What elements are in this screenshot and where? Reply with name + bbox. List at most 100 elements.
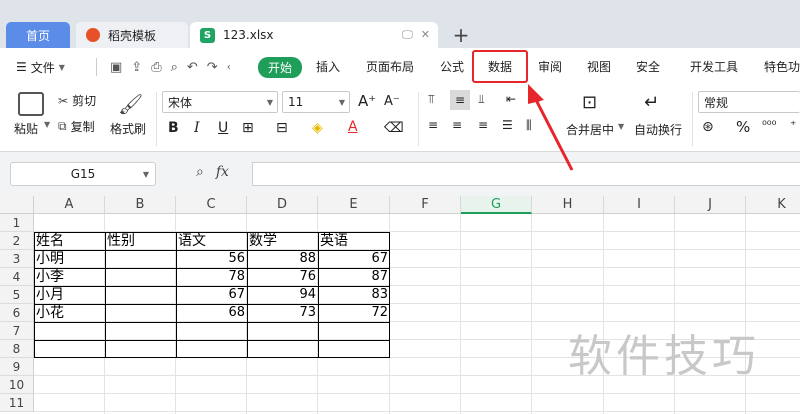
bold-button[interactable]: B <box>168 120 179 136</box>
align-left-icon[interactable]: ≡ <box>428 118 438 132</box>
align-top-icon[interactable]: ⫪ <box>428 92 435 107</box>
table-cell-english[interactable]: 87 <box>318 268 390 286</box>
tab-special[interactable]: 特色功 <box>764 58 800 75</box>
align-middle-icon[interactable]: ≡ <box>450 90 470 110</box>
row-header-2[interactable]: 2 <box>0 232 34 250</box>
export-icon[interactable]: ⇪ <box>131 60 142 75</box>
row-header-9[interactable]: 9 <box>0 358 34 376</box>
wrap-text-button[interactable]: 自动换行 <box>634 121 682 138</box>
row-header-6[interactable]: 6 <box>0 304 34 322</box>
select-all-corner[interactable] <box>0 196 34 214</box>
row-header-4[interactable]: 4 <box>0 268 34 286</box>
font-name-select[interactable]: 宋体 ▼ <box>162 91 278 113</box>
table-cell-english[interactable]: 67 <box>318 250 390 268</box>
table-cell-gender[interactable] <box>105 268 176 286</box>
justify-icon[interactable]: ☰ <box>502 118 513 132</box>
tab-insert[interactable]: 插入 <box>316 58 340 75</box>
italic-button[interactable]: I <box>194 120 200 136</box>
column-header-a[interactable]: A <box>34 196 105 214</box>
row-header-3[interactable]: 3 <box>0 250 34 268</box>
table-cell-english[interactable]: 72 <box>318 304 390 322</box>
thousands-separator-icon[interactable]: ⁰⁰⁰ <box>762 118 776 132</box>
new-tab-button[interactable]: + <box>450 22 472 48</box>
undo-icon[interactable]: ↶ <box>187 60 198 75</box>
tab-start[interactable]: 开始 <box>258 57 303 78</box>
font-color-icon[interactable]: A <box>348 119 358 135</box>
table-cell-math[interactable]: 88 <box>247 250 318 268</box>
number-format-select[interactable]: 常规 <box>698 91 800 113</box>
column-header-d[interactable]: D <box>247 196 318 214</box>
table-cell-gender[interactable] <box>105 304 176 322</box>
column-header-b[interactable]: B <box>105 196 176 214</box>
column-header-g[interactable]: G <box>461 196 532 214</box>
table-header-cell[interactable]: 数学 <box>247 232 318 250</box>
percent-button[interactable]: % <box>736 118 750 136</box>
cell-style-icon[interactable]: ⊟ <box>276 120 288 136</box>
table-header-cell[interactable]: 英语 <box>318 232 390 250</box>
increase-font-icon[interactable]: A⁺ <box>358 92 376 110</box>
table-header-cell[interactable]: 性别 <box>105 232 176 250</box>
preview-icon[interactable]: ⌕ <box>171 60 178 75</box>
more-icon[interactable]: ‹ <box>227 62 231 73</box>
tab-home[interactable]: 首页 <box>6 22 70 48</box>
redo-icon[interactable]: ↷ <box>207 60 218 75</box>
table-cell-chinese[interactable]: 68 <box>176 304 247 322</box>
name-box[interactable]: G15 ▼ <box>10 162 156 186</box>
table-cell-chinese[interactable]: 67 <box>176 286 247 304</box>
table-cell-chinese[interactable]: 56 <box>176 250 247 268</box>
table-cell-name[interactable]: 小明 <box>34 250 105 268</box>
print-icon[interactable]: ⎙ <box>151 60 161 75</box>
border-icon[interactable]: ⊞ <box>242 120 254 136</box>
tab-page-layout[interactable]: 页面布局 <box>366 58 414 75</box>
column-header-i[interactable]: I <box>604 196 675 214</box>
align-bottom-icon[interactable]: ⫫ <box>478 92 485 107</box>
column-header-e[interactable]: E <box>318 196 390 214</box>
table-cell-name[interactable]: 小月 <box>34 286 105 304</box>
table-cell-name[interactable]: 小花 <box>34 304 105 322</box>
eraser-icon[interactable]: ⌫ <box>384 120 404 136</box>
table-cell-math[interactable]: 76 <box>247 268 318 286</box>
table-cell-chinese[interactable]: 78 <box>176 268 247 286</box>
row-header-7[interactable]: 7 <box>0 322 34 340</box>
table-cell-gender[interactable] <box>105 286 176 304</box>
paste-label[interactable]: 粘贴 <box>14 120 38 137</box>
table-cell-gender[interactable] <box>105 250 176 268</box>
row-header-10[interactable]: 10 <box>0 376 34 394</box>
align-center-icon[interactable]: ≡ <box>452 118 462 132</box>
decimal-icon[interactable]: ⁺ <box>790 118 796 132</box>
currency-icon[interactable]: ⊛ <box>702 119 714 135</box>
format-painter-button[interactable]: 格式刷 <box>110 120 146 137</box>
table-header-cell[interactable]: 语文 <box>176 232 247 250</box>
close-icon[interactable]: ✕ <box>421 28 430 42</box>
tab-review[interactable]: 审阅 <box>538 58 562 75</box>
align-right-icon[interactable]: ≡ <box>478 118 488 132</box>
font-size-select[interactable]: 11 ▼ <box>282 91 350 113</box>
tab-template[interactable]: 稻壳模板 <box>76 22 188 48</box>
indent-decrease-icon[interactable]: ⇤ <box>506 92 516 106</box>
column-header-c[interactable]: C <box>176 196 247 214</box>
row-header-5[interactable]: 5 <box>0 286 34 304</box>
zoom-search-icon[interactable]: ⌕ <box>196 164 204 180</box>
paste-button[interactable] <box>18 92 44 116</box>
tab-security[interactable]: 安全 <box>636 58 660 75</box>
chevron-down-icon[interactable]: ▼ <box>44 120 50 129</box>
decrease-font-icon[interactable]: A⁻ <box>384 94 400 109</box>
tab-file[interactable]: S 123.xlsx 🖵 ✕ <box>190 22 438 48</box>
indent-increase-icon[interactable]: ⇥ <box>530 92 540 106</box>
column-header-k[interactable]: K <box>746 196 800 214</box>
table-header-cell[interactable]: 姓名 <box>34 232 105 250</box>
formula-input[interactable] <box>252 162 800 186</box>
tab-formula[interactable]: 公式 <box>440 58 464 75</box>
tab-view[interactable]: 视图 <box>587 58 611 75</box>
file-menu[interactable]: ☰ 文件 ▼ <box>0 59 92 76</box>
cut-button[interactable]: ✂ 剪切 <box>58 92 96 109</box>
column-header-f[interactable]: F <box>390 196 461 214</box>
monitor-icon[interactable]: 🖵 <box>402 28 413 42</box>
column-header-j[interactable]: J <box>675 196 746 214</box>
distribute-icon[interactable]: ⫼ <box>526 118 532 133</box>
underline-button[interactable]: U <box>218 120 228 136</box>
row-header-11[interactable]: 11 <box>0 394 34 412</box>
table-cell-math[interactable]: 94 <box>247 286 318 304</box>
save-icon[interactable]: ▣ <box>110 60 122 75</box>
chevron-down-icon[interactable]: ▼ <box>618 122 624 131</box>
